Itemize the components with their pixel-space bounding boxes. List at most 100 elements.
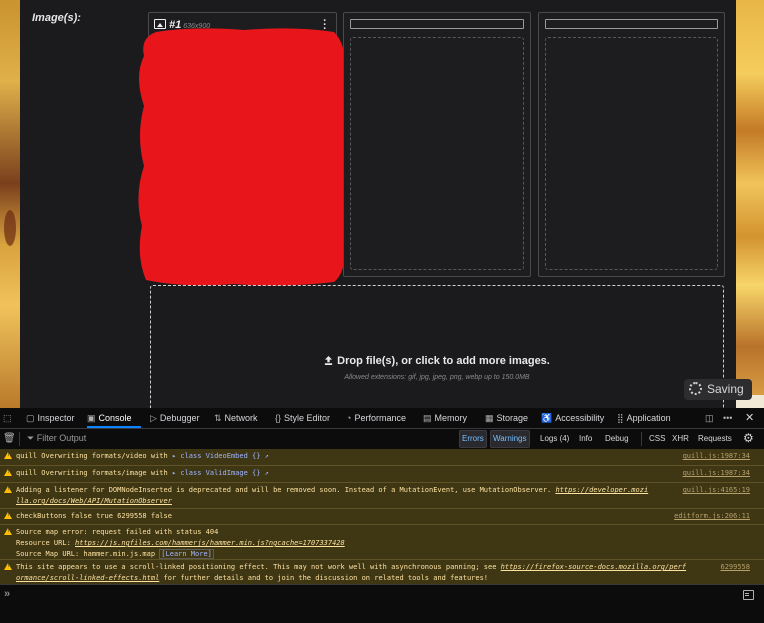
filter-errors[interactable]: Errors bbox=[459, 430, 487, 448]
tab-storage[interactable]: ▦ Storage bbox=[485, 408, 528, 428]
message-source-link[interactable]: quill.js:4165:19 bbox=[683, 485, 750, 496]
tab-memory[interactable]: ▤ Memory bbox=[423, 408, 467, 428]
warning-icon bbox=[4, 528, 12, 535]
console-message: Source map error: request failed with st… bbox=[0, 525, 764, 560]
card-title-bar bbox=[350, 19, 524, 29]
console-message: quill Overwriting formats/video with ▸ c… bbox=[0, 449, 764, 466]
console-message: This site appears to use a scroll-linked… bbox=[0, 560, 764, 584]
filter-requests[interactable]: Requests bbox=[696, 430, 734, 448]
image-card-3-placeholder bbox=[538, 12, 725, 277]
tab-debugger[interactable]: ▷ Debugger bbox=[150, 408, 199, 428]
application-icon: ⣿ bbox=[617, 413, 624, 423]
upload-icon bbox=[325, 356, 333, 365]
message-text: quill Overwriting formats/image with bbox=[16, 469, 168, 477]
redaction-scribble bbox=[138, 28, 347, 286]
background-artwork-left bbox=[0, 0, 20, 408]
style-editor-icon: {} bbox=[275, 413, 282, 423]
network-icon: ⇅ bbox=[214, 413, 222, 423]
accessibility-icon: ♿ bbox=[541, 413, 553, 423]
filter-debug[interactable]: Debug bbox=[603, 430, 631, 448]
message-link[interactable]: https://firefox-source-docs.mozilla.org/… bbox=[501, 563, 686, 571]
element-picker-icon[interactable]: ⬚ bbox=[3, 408, 15, 428]
console-message: quill Overwriting formats/image with ▸ c… bbox=[0, 466, 764, 483]
saving-label: Saving bbox=[707, 382, 744, 396]
console-input[interactable] bbox=[0, 584, 764, 623]
warning-icon bbox=[4, 512, 12, 519]
tab-performance[interactable]: ◔ Performance bbox=[346, 408, 406, 428]
message-text: Resource URL: bbox=[16, 539, 76, 547]
filter-info[interactable]: Info bbox=[577, 430, 594, 448]
tab-label: Debugger bbox=[159, 413, 200, 423]
drop-zone-text: Drop file(s), or click to add more image… bbox=[337, 355, 550, 367]
console-message: checkButtons false true 6299558 false ed… bbox=[0, 509, 764, 525]
close-icon[interactable]: ✕ bbox=[745, 408, 757, 428]
devtools-toolbar: ⬚ ▢ Inspector ▣ Console ▷ Debugger ⇅ Network… bbox=[0, 408, 764, 429]
spinner-icon bbox=[689, 382, 702, 395]
debugger-icon: ▷ bbox=[150, 413, 157, 423]
storage-icon: ▦ bbox=[485, 413, 494, 423]
performance-icon: ◔ bbox=[346, 413, 352, 423]
warning-icon bbox=[4, 563, 12, 570]
console-settings-gear-icon[interactable]: ⚙ bbox=[743, 432, 754, 444]
message-text: Source Map URL: hammer.min.js.map bbox=[16, 550, 160, 558]
warning-icon bbox=[4, 452, 12, 459]
saving-indicator: Saving bbox=[684, 379, 752, 400]
tab-label: Accessibility bbox=[555, 413, 605, 423]
dock-side-icon[interactable]: ◫ bbox=[705, 408, 717, 428]
tab-accessibility[interactable]: ♿ Accessibility bbox=[541, 408, 604, 428]
object-preview[interactable]: ▸ class ValidImage {} ↗ bbox=[172, 469, 269, 477]
message-source-link[interactable]: quill.js:1987:34 bbox=[683, 451, 750, 462]
tab-label: Performance bbox=[354, 413, 406, 423]
clear-console-trash-icon[interactable]: 🗑 bbox=[3, 433, 16, 444]
filter-xhr[interactable]: XHR bbox=[670, 430, 691, 448]
tab-label: Console bbox=[98, 413, 132, 423]
tab-network[interactable]: ⇅ Network bbox=[214, 408, 258, 428]
warning-icon bbox=[4, 469, 12, 476]
images-label: Image(s): bbox=[32, 12, 81, 24]
filter-css[interactable]: CSS bbox=[647, 430, 667, 448]
tab-label: Memory bbox=[434, 413, 468, 423]
card-drop-area[interactable] bbox=[350, 37, 524, 270]
tab-inspector[interactable]: ▢ Inspector bbox=[26, 408, 75, 428]
card-drop-area[interactable] bbox=[545, 37, 718, 270]
tab-label: Inspector bbox=[37, 413, 75, 423]
split-console-icon[interactable] bbox=[743, 590, 754, 600]
filter-warnings[interactable]: Warnings bbox=[490, 430, 530, 448]
learn-more-link[interactable]: [Learn More] bbox=[159, 549, 214, 559]
console-output: quill Overwriting formats/video with ▸ c… bbox=[0, 449, 764, 584]
divider bbox=[19, 432, 20, 446]
message-text: quill Overwriting formats/video with bbox=[16, 452, 168, 460]
filter-output-input[interactable]: ⏷ Filter Output bbox=[27, 433, 86, 444]
tab-style-editor[interactable]: {} Style Editor bbox=[275, 408, 330, 428]
more-menu-icon[interactable]: ••• bbox=[723, 408, 735, 428]
divider bbox=[641, 432, 642, 446]
filter-logs[interactable]: Logs (4) bbox=[538, 430, 571, 448]
allowed-extensions-text: Allowed extensions: gif, jpg, jpeg, png,… bbox=[344, 374, 530, 381]
message-text: Source map error: request failed with st… bbox=[16, 528, 219, 536]
tab-label: Style Editor bbox=[284, 413, 331, 423]
message-source-link[interactable]: editform.js:206:11 bbox=[674, 511, 750, 522]
message-link[interactable]: https://developer.mozi bbox=[555, 486, 648, 494]
message-link[interactable]: lla.org/docs/Web/API/MutationObserver bbox=[16, 497, 172, 505]
message-source-link[interactable]: quill.js:1987:34 bbox=[683, 468, 750, 479]
message-link[interactable]: https://js.ngfiles.com/hammerjs/hammer.m… bbox=[75, 539, 345, 547]
file-drop-zone[interactable] bbox=[150, 285, 724, 409]
card-title-bar bbox=[545, 19, 718, 29]
message-text: Adding a listener for DOMNodeInserted is… bbox=[16, 486, 556, 494]
tab-console[interactable]: ▣ Console bbox=[87, 408, 141, 428]
message-source-link[interactable]: 6299558 bbox=[720, 562, 750, 573]
warning-icon bbox=[4, 486, 12, 493]
message-text: for further details and to join the disc… bbox=[159, 574, 489, 582]
tab-label: Network bbox=[224, 413, 258, 423]
background-artwork-right bbox=[736, 0, 764, 408]
object-preview[interactable]: ▸ class VideoEmbed {} ↗ bbox=[172, 452, 269, 460]
memory-icon: ▤ bbox=[423, 413, 432, 423]
inspector-icon: ▢ bbox=[26, 413, 35, 423]
message-link[interactable]: ormance/scroll-linked-effects.html bbox=[16, 574, 159, 582]
message-text: This site appears to use a scroll-linked… bbox=[16, 563, 501, 571]
filter-funnel-icon: ⏷ bbox=[27, 433, 35, 443]
image-card-2-placeholder bbox=[343, 12, 531, 277]
tab-label: Storage bbox=[496, 413, 529, 423]
tab-label: Application bbox=[626, 413, 671, 423]
tab-application[interactable]: ⣿ Application bbox=[617, 408, 671, 428]
